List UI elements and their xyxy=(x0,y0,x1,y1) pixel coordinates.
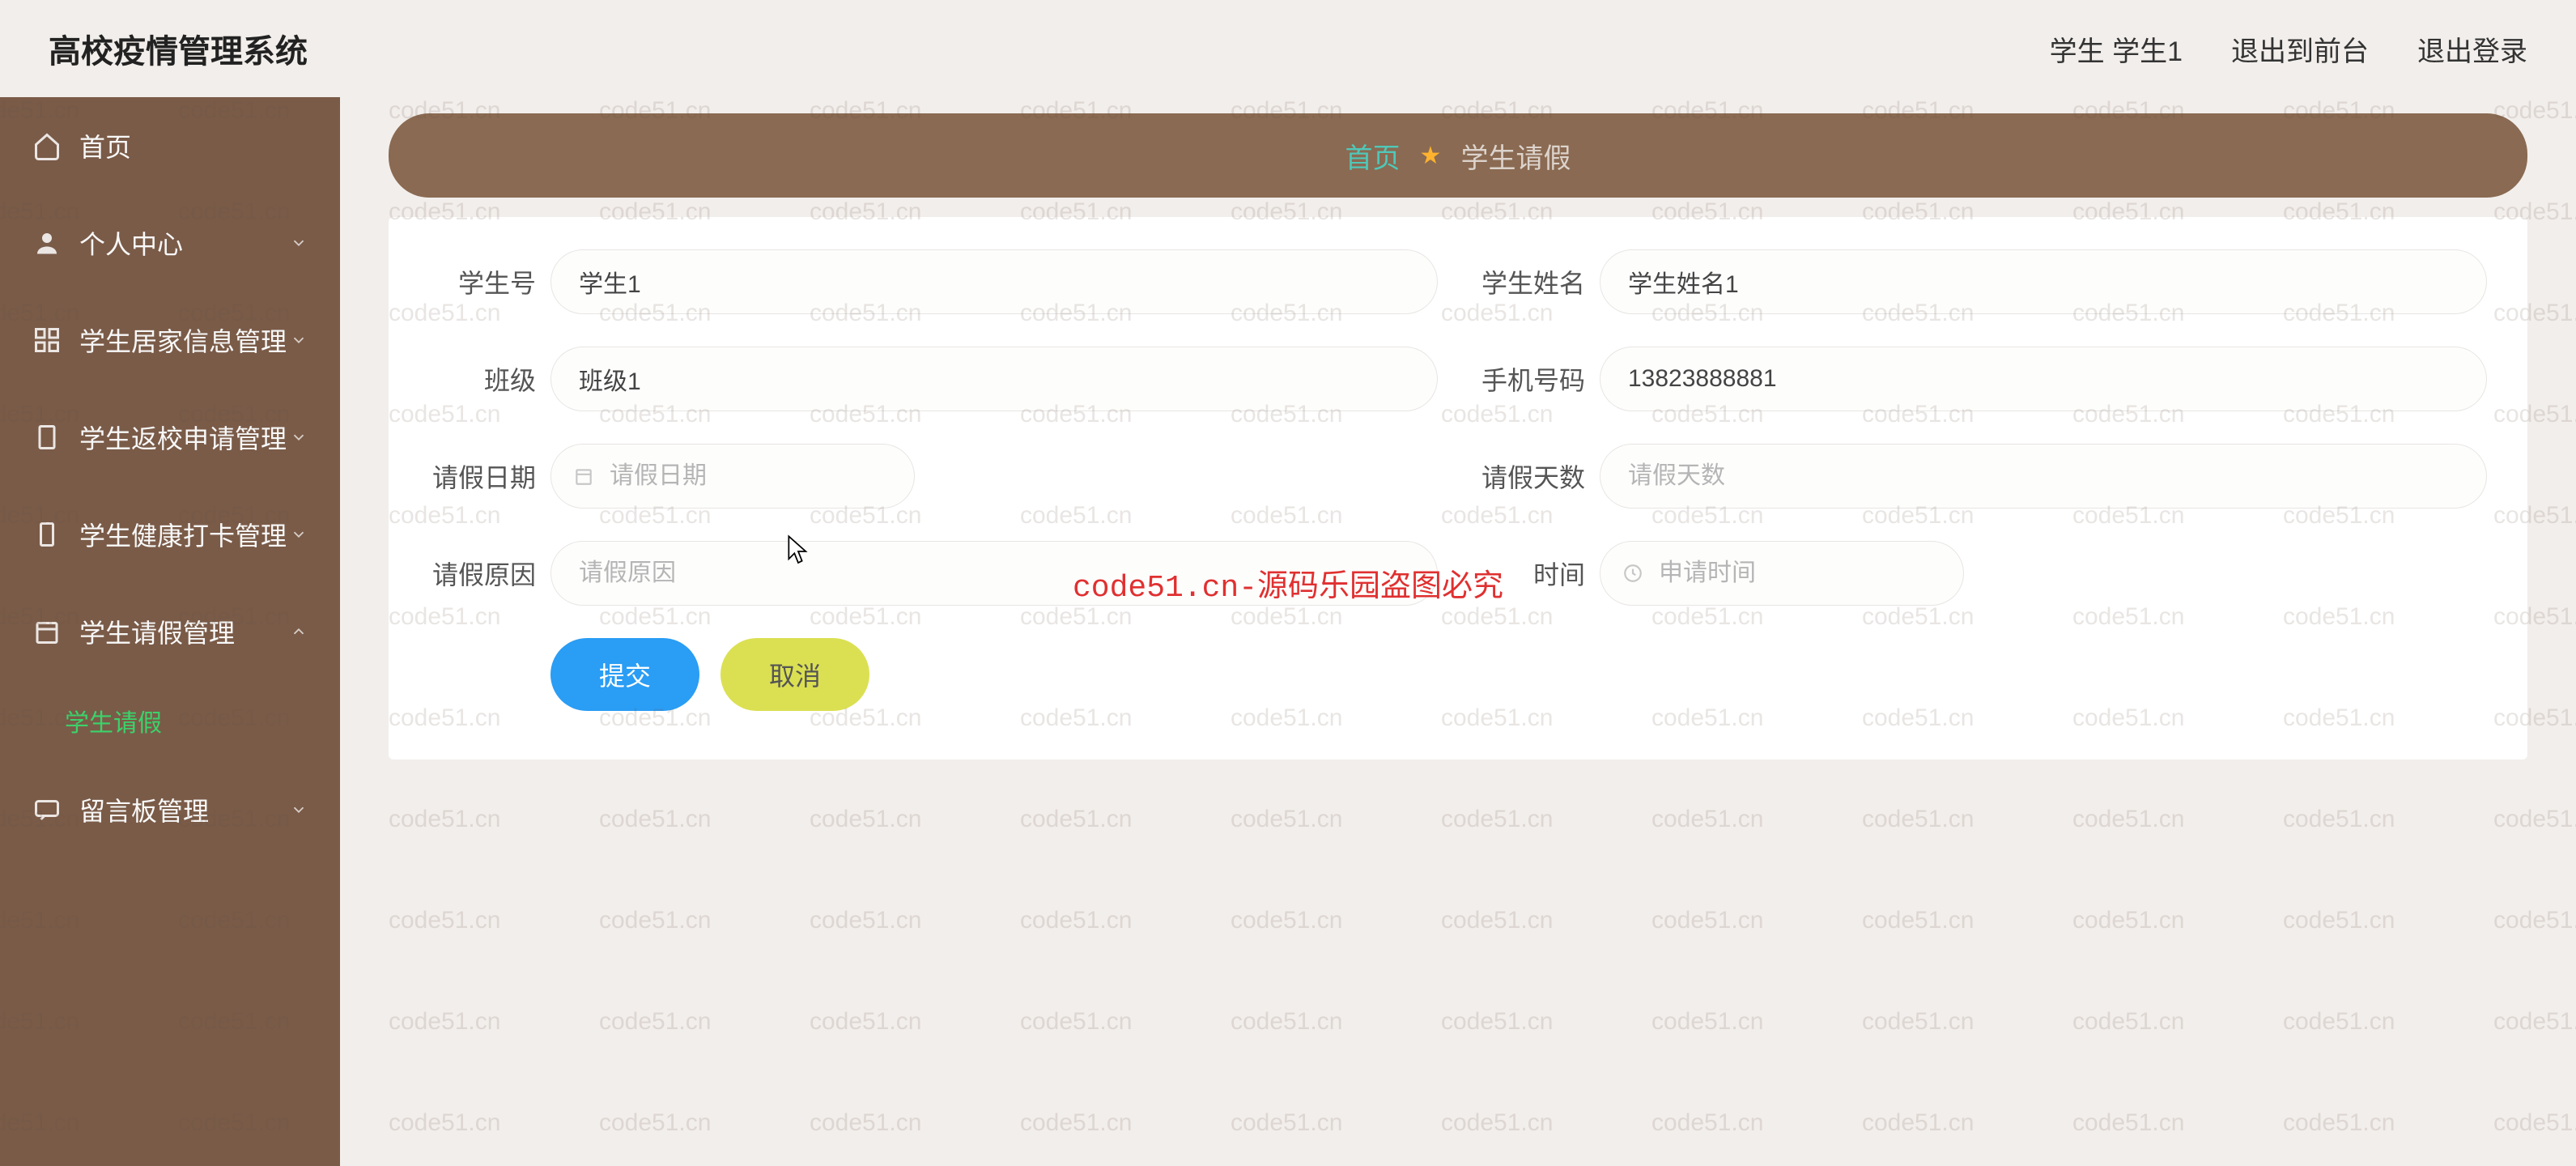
breadcrumb-home[interactable]: 首页 xyxy=(1345,136,1401,176)
sidebar-item-profile[interactable]: 个人中心 xyxy=(0,194,340,292)
label-class: 班级 xyxy=(429,360,550,398)
chevron-down-icon xyxy=(290,526,308,543)
field-class: 班级 xyxy=(429,347,1438,411)
label-apply-time: 时间 xyxy=(1478,555,1600,592)
cancel-button[interactable]: 取消 xyxy=(721,638,869,711)
message-icon xyxy=(32,795,62,824)
main-content: 首页 ★ 学生请假 学生号 学生姓名 班级 xyxy=(340,97,2576,1166)
sidebar-item-label: 学生居家信息管理 xyxy=(79,321,287,359)
chevron-down-icon xyxy=(290,234,308,252)
star-icon: ★ xyxy=(1420,142,1442,170)
label-leave-date: 请假日期 xyxy=(429,457,550,495)
input-apply-time[interactable] xyxy=(1600,541,1964,606)
sidebar-item-label: 个人中心 xyxy=(79,224,183,262)
sidebar-item-label: 首页 xyxy=(79,127,131,164)
input-class[interactable] xyxy=(550,347,1438,411)
input-leave-reason[interactable] xyxy=(550,541,1438,606)
header-right: 学生 学生1 退出到前台 退出登录 xyxy=(2050,29,2527,69)
field-apply-time: 时间 xyxy=(1478,541,2487,606)
sidebar-item-label: 学生健康打卡管理 xyxy=(79,516,287,553)
input-phone[interactable] xyxy=(1600,347,2487,411)
user-icon xyxy=(32,228,62,257)
input-leave-days[interactable] xyxy=(1600,444,2487,509)
sidebar-item-leave-manage[interactable]: 学生请假管理 xyxy=(0,583,340,680)
clock-icon xyxy=(1622,563,1643,584)
field-student-id: 学生号 xyxy=(429,249,1438,314)
label-student-id: 学生号 xyxy=(429,263,550,300)
sidebar-item-home[interactable]: 首页 xyxy=(0,97,340,194)
label-leave-days: 请假天数 xyxy=(1478,457,1600,495)
leave-form: 学生号 学生姓名 班级 手机号码 xyxy=(389,217,2527,760)
sidebar-item-return-apply[interactable]: 学生返校申请管理 xyxy=(0,389,340,486)
sidebar: 首页 个人中心 学生居家信息管理 学生返校申请管理 xyxy=(0,97,340,1166)
calendar-icon xyxy=(32,617,62,646)
doc-icon xyxy=(32,423,62,452)
sidebar-item-home-info[interactable]: 学生居家信息管理 xyxy=(0,292,340,389)
field-leave-days: 请假天数 xyxy=(1478,444,2487,509)
label-phone: 手机号码 xyxy=(1478,360,1600,398)
logout-link[interactable]: 退出登录 xyxy=(2417,29,2527,69)
calendar-icon xyxy=(573,466,594,487)
field-leave-reason: 请假原因 xyxy=(429,541,1438,606)
header: 高校疫情管理系统 学生 学生1 退出到前台 退出登录 xyxy=(0,0,2576,97)
sidebar-sub-label: 学生请假 xyxy=(65,703,162,738)
input-student-id[interactable] xyxy=(550,249,1438,314)
grid-icon xyxy=(32,326,62,355)
sidebar-sub-student-leave[interactable]: 学生请假 xyxy=(0,680,340,761)
input-leave-date[interactable] xyxy=(550,444,915,509)
chevron-up-icon xyxy=(290,623,308,640)
chevron-down-icon xyxy=(290,428,308,446)
input-student-name[interactable] xyxy=(1600,249,2487,314)
field-phone: 手机号码 xyxy=(1478,347,2487,411)
sidebar-item-label: 学生返校申请管理 xyxy=(79,419,287,456)
field-leave-date: 请假日期 xyxy=(429,444,1438,509)
chevron-down-icon xyxy=(290,801,308,819)
sidebar-item-label: 学生请假管理 xyxy=(79,613,235,650)
submit-button[interactable]: 提交 xyxy=(550,638,699,711)
breadcrumb-current: 学生请假 xyxy=(1460,136,1571,176)
chevron-down-icon xyxy=(290,331,308,349)
sidebar-item-message-board[interactable]: 留言板管理 xyxy=(0,761,340,858)
clipboard-icon xyxy=(32,520,62,549)
label-leave-reason: 请假原因 xyxy=(429,555,550,592)
sidebar-item-label: 留言板管理 xyxy=(79,791,209,828)
logout-front-link[interactable]: 退出到前台 xyxy=(2231,29,2369,69)
field-student-name: 学生姓名 xyxy=(1478,249,2487,314)
label-student-name: 学生姓名 xyxy=(1478,263,1600,300)
sidebar-item-health-check[interactable]: 学生健康打卡管理 xyxy=(0,486,340,583)
breadcrumb: 首页 ★ 学生请假 xyxy=(389,113,2527,198)
home-icon xyxy=(32,131,62,160)
user-label[interactable]: 学生 学生1 xyxy=(2050,29,2183,69)
app-title: 高校疫情管理系统 xyxy=(49,25,308,72)
